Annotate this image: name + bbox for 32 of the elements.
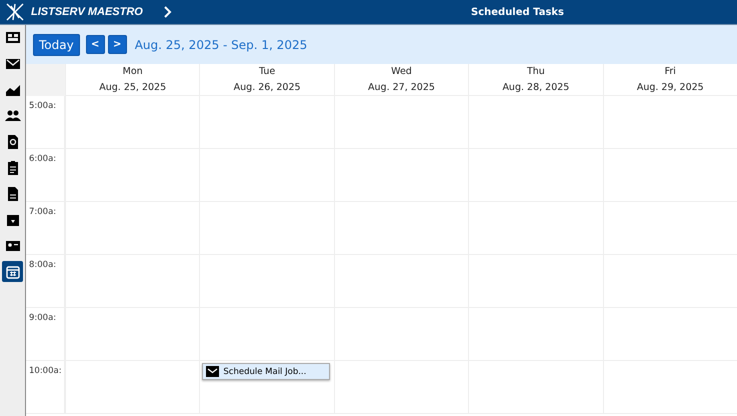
logo-icon xyxy=(5,2,25,22)
date-label: Aug. 28, 2025 xyxy=(502,82,570,93)
weekday-label: Thu xyxy=(526,66,545,78)
sidebar-item[interactable] xyxy=(2,261,23,282)
event-title: Schedule Mail Job... xyxy=(223,366,306,376)
previous-button[interactable]: < xyxy=(86,35,105,54)
dashboard-icon xyxy=(4,30,20,46)
date-label: Aug. 25, 2025 xyxy=(99,82,166,93)
mail-icon xyxy=(206,366,220,377)
time-slot[interactable]: Schedule Mail Job... xyxy=(199,361,334,414)
time-label: 5:00a: xyxy=(29,101,56,111)
date-label: Aug. 29, 2025 xyxy=(636,82,704,93)
weekday-label: Tue xyxy=(258,66,276,78)
weekday-label: Mon xyxy=(122,66,143,78)
date-label: Aug. 27, 2025 xyxy=(368,82,435,93)
chevron-icon[interactable] xyxy=(162,6,173,18)
calendar-event[interactable]: Schedule Mail Job... xyxy=(202,363,330,380)
time-label: 10:00a: xyxy=(29,366,62,376)
calendar-icon xyxy=(4,264,20,280)
weekday-label: Fri xyxy=(664,66,676,78)
page-title: Scheduled Tasks xyxy=(471,6,564,18)
time-label: 9:00a: xyxy=(29,313,56,323)
today-button[interactable]: Today xyxy=(33,34,80,56)
next-button[interactable]: > xyxy=(108,35,127,54)
time-label: 7:00a: xyxy=(29,207,56,217)
weekday-label: Wed xyxy=(391,66,412,78)
app-name: LISTSERV MAESTRO xyxy=(31,6,143,18)
people-icon xyxy=(4,108,20,124)
date-label: Aug. 26, 2025 xyxy=(234,82,301,93)
time-label: 6:00a: xyxy=(29,154,56,164)
date-range: Aug. 25, 2025 - Sep. 1, 2025 xyxy=(134,38,308,52)
time-label: 8:00a: xyxy=(29,260,56,270)
